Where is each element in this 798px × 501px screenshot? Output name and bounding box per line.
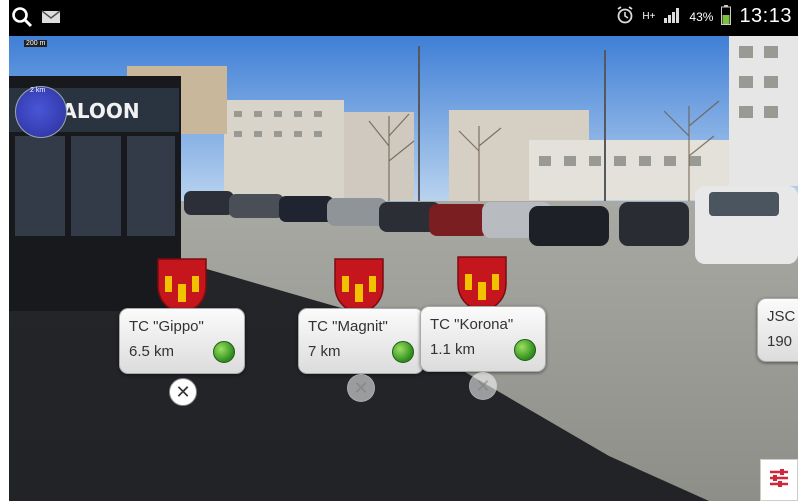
close-icon[interactable]: ✕ bbox=[169, 378, 197, 406]
status-indicator-icon bbox=[392, 341, 414, 363]
settings-button[interactable] bbox=[760, 459, 798, 501]
signal-icon bbox=[663, 7, 681, 26]
search-icon[interactable] bbox=[11, 6, 33, 33]
camera-scene-backdrop: SALOON bbox=[9, 36, 798, 501]
sliders-icon bbox=[768, 467, 790, 494]
poi-name: JSC bbox=[767, 308, 796, 325]
poi-distance: 6.5 km bbox=[129, 343, 175, 360]
clock: 13:13 bbox=[739, 5, 792, 27]
poi-name: TC "Magnit" bbox=[308, 318, 388, 335]
radar-distance-label: 2 km bbox=[30, 87, 46, 94]
status-indicator-icon bbox=[213, 341, 235, 363]
poi-card[interactable]: TC "Magnit" 7 km bbox=[298, 308, 424, 374]
status-indicator-icon bbox=[514, 339, 536, 361]
battery-percent: 43% bbox=[689, 9, 714, 24]
poi-distance: 1.1 km bbox=[430, 341, 476, 358]
poi-card[interactable]: TC "Gippo" 6.5 km bbox=[119, 308, 245, 374]
close-icon[interactable]: ✕ bbox=[347, 374, 375, 402]
poi-card[interactable]: JSC 190 bbox=[757, 298, 798, 362]
alarm-icon bbox=[616, 6, 634, 27]
app-frame: H+ 43% 13:13 SALOON 200 m 2 km TC "Gippo… bbox=[9, 0, 798, 501]
camera-view: SALOON bbox=[9, 36, 798, 501]
message-icon bbox=[41, 9, 61, 30]
poi-distance: 190 bbox=[767, 333, 793, 350]
network-type-label: H+ bbox=[642, 11, 656, 22]
poi-name: TC "Korona" bbox=[430, 316, 514, 333]
poi-distance: 7 km bbox=[308, 343, 341, 360]
battery-icon bbox=[721, 5, 732, 28]
radar-range-label: 200 m bbox=[24, 40, 48, 47]
status-bar: H+ 43% 13:13 bbox=[9, 0, 798, 36]
close-icon[interactable]: ✕ bbox=[469, 372, 497, 400]
poi-name: TC "Gippo" bbox=[129, 318, 204, 335]
poi-card[interactable]: TC "Korona" 1.1 km bbox=[420, 306, 546, 372]
